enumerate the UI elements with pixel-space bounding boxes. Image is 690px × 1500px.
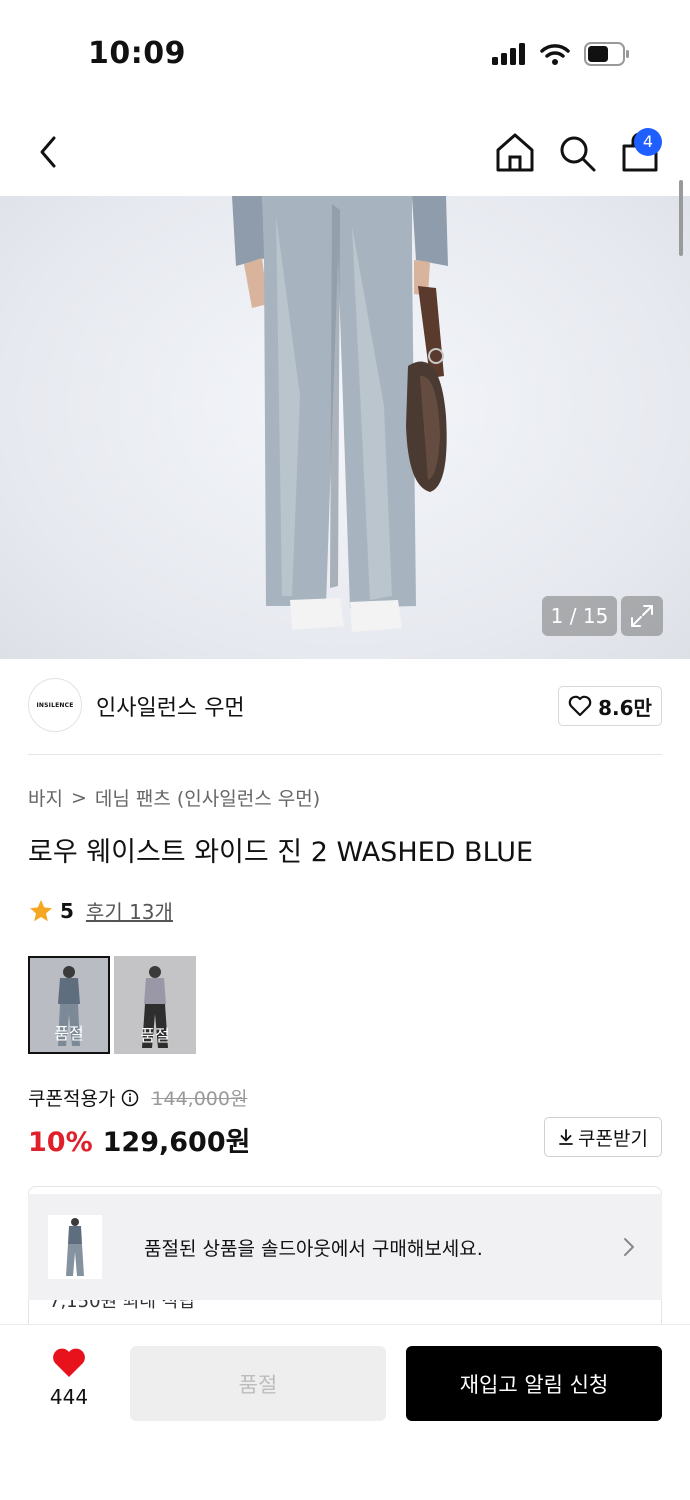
status-icons [492,42,630,66]
color-option-thumb[interactable]: 품절 [114,956,196,1054]
divider [28,754,662,755]
coupon-download-button[interactable]: 쿠폰받기 [544,1117,662,1157]
info-icon[interactable] [121,1089,139,1107]
discount-rate: 10% [28,1127,93,1158]
brand-logo-text: INSILENCE [36,701,74,709]
coupon-price-label: 쿠폰적용가 [28,1088,116,1110]
status-bar: 10:09 [0,0,690,110]
brand-logo[interactable]: INSILENCE [28,678,82,732]
soldout-banner-text: 품절된 상품을 솔드아웃에서 구매해보세요. [144,1237,483,1260]
expand-image-button[interactable] [621,596,663,636]
brand-name[interactable]: 인사일런스 우먼 [96,690,245,722]
thumb-soldout-label: 품절 [54,1024,84,1043]
star-icon [30,899,52,921]
color-option-thumb[interactable]: 품절 [28,956,110,1054]
soldout-button[interactable]: 품절 [130,1346,386,1421]
breadcrumb-category[interactable]: 바지 [28,784,63,811]
wishlist-count: 444 [49,1385,89,1409]
restock-alert-button[interactable]: 재입고 알림 신청 [406,1346,662,1421]
battery-icon [584,42,629,66]
price-row: 10% 129,600원 [28,1120,250,1159]
search-icon [560,136,596,172]
home-icon [496,133,534,172]
rating-row: 5 후기 13개 [28,896,173,925]
cart-count-badge: 4 [634,128,662,156]
coupon-button-label: 쿠폰받기 [578,1127,648,1150]
product-photo [232,196,448,632]
breadcrumb-subcategory[interactable]: 데님 팬츠 (인사일런스 우먼) [95,784,320,811]
color-options: 품절 품절 [28,956,196,1054]
final-price: 129,600원 [102,1127,251,1158]
brand-like-button[interactable]: 8.6만 [558,686,662,726]
status-time: 10:09 [88,36,186,71]
thumb-soldout-label: 품절 [140,1026,170,1045]
top-nav [0,110,690,196]
heart-outline-icon [568,695,592,717]
brand-like-count: 8.6만 [598,695,652,720]
wishlist-button[interactable]: 444 [40,1347,98,1409]
price-label-row: 쿠폰적용가 144,000원 [28,1084,247,1111]
soldout-banner[interactable]: 품절된 상품을 솔드아웃에서 구매해보세요. [28,1194,662,1300]
banner-thumb [48,1215,102,1279]
scroll-indicator [679,180,683,256]
rating-score: 5 [60,898,74,923]
back-icon [40,136,56,168]
wifi-icon [540,44,570,65]
breadcrumb: 바지 > 데님 팬츠 (인사일런스 우먼) [28,784,320,811]
home-button[interactable] [494,130,536,174]
back-button[interactable] [28,130,68,174]
banner-product-image [66,1218,84,1276]
download-icon [559,1129,573,1145]
product-image[interactable] [0,196,690,659]
chevron-right-icon [624,1238,634,1256]
product-title: 로우 웨이스트 와이드 진 2 WASHED BLUE [28,837,534,868]
brand-row: INSILENCE 인사일런스 우먼 8.6만 [28,678,662,736]
search-button[interactable] [556,130,598,174]
expand-icon [631,605,653,627]
breadcrumb-separator: > [70,786,87,809]
heart-filled-icon [53,1348,85,1377]
image-counter: 1 / 15 [542,596,617,636]
review-link[interactable]: 후기 13개 [86,896,173,925]
bottom-action-bar: 444 품절 재입고 알림 신청 [0,1324,690,1500]
signal-icon [492,43,525,65]
original-price: 144,000원 [151,1088,248,1110]
